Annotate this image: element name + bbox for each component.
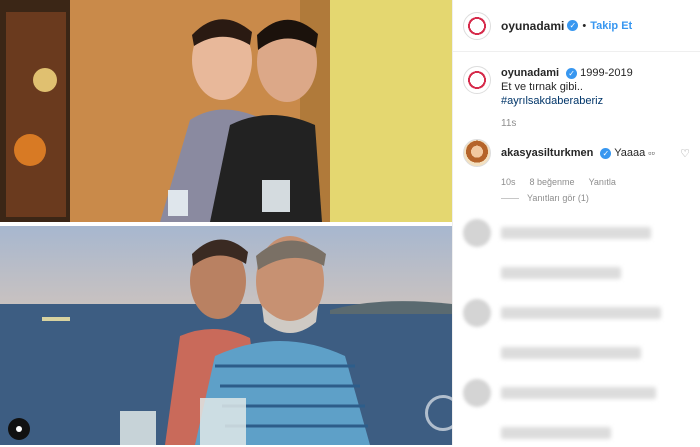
comment-time: 10s	[501, 177, 516, 187]
blurred-text	[501, 427, 611, 439]
follow-button[interactable]: Takip Et	[590, 20, 632, 32]
caption-line2: Et ve tırnak gibi..	[501, 81, 583, 93]
post-header: oyunadami ✓ • Takip Et	[453, 0, 700, 52]
author-username[interactable]: oyunadami	[501, 19, 564, 33]
blurred-comment	[453, 419, 700, 447]
blurred-text	[501, 267, 621, 279]
user-circle-icon[interactable]	[8, 418, 30, 440]
blurred-avatar	[463, 219, 491, 247]
caption: oyunadami ✓ 1999-2019 Et ve tırnak gibi..…	[453, 52, 700, 129]
commenter-username[interactable]: akasyasilturkmen	[501, 147, 593, 159]
caption-username[interactable]: oyunadami	[501, 67, 559, 79]
replies-line	[501, 197, 519, 199]
blurred-comment	[453, 299, 700, 327]
blurred-avatar	[463, 299, 491, 327]
photo-bottom-2019	[0, 226, 452, 445]
comment: akasyasilturkmen ✓ Yaaaa ▫▫ ♡ 10s 8 beğen…	[453, 129, 700, 203]
blurred-text	[501, 227, 651, 239]
caption-hashtag[interactable]: #ayrılsakdaberaberiz	[501, 94, 633, 108]
comment-likes[interactable]: 8 beğenme	[530, 177, 575, 187]
blurred-comment	[453, 379, 700, 407]
verified-badge-icon: ✓	[600, 147, 612, 159]
commenter-avatar[interactable]	[463, 139, 491, 167]
verified-badge-icon: ✓	[567, 20, 579, 31]
verified-badge-icon: ✓	[566, 67, 578, 79]
blurred-text	[501, 387, 656, 399]
blurred-text	[501, 347, 641, 359]
heart-icon[interactable]: ♡	[680, 147, 690, 160]
blurred-comment	[453, 259, 700, 287]
caption-line1: 1999-2019	[580, 67, 633, 79]
comment-text: Yaaaa	[614, 147, 646, 159]
blurred-text	[501, 307, 661, 319]
view-replies-label[interactable]: Yanıtları gör (1)	[527, 193, 589, 203]
reply-button[interactable]: Yanıtla	[589, 177, 616, 187]
post-sidebar: oyunadami ✓ • Takip Et oyunadami ✓ 1999-2…	[452, 0, 700, 445]
photo-top-1999	[0, 0, 452, 222]
post-media[interactable]	[0, 0, 452, 445]
author-avatar[interactable]	[463, 11, 491, 40]
blurred-avatar	[463, 379, 491, 407]
view-replies[interactable]: Yanıtları gör (1)	[501, 193, 690, 203]
caption-time: 11s	[501, 118, 517, 129]
emoji-glyphs: ▫▫	[648, 148, 655, 158]
caption-avatar[interactable]	[463, 66, 491, 94]
blurred-comment	[453, 219, 700, 247]
blurred-comment	[453, 339, 700, 367]
separator-dot: •	[582, 19, 587, 32]
